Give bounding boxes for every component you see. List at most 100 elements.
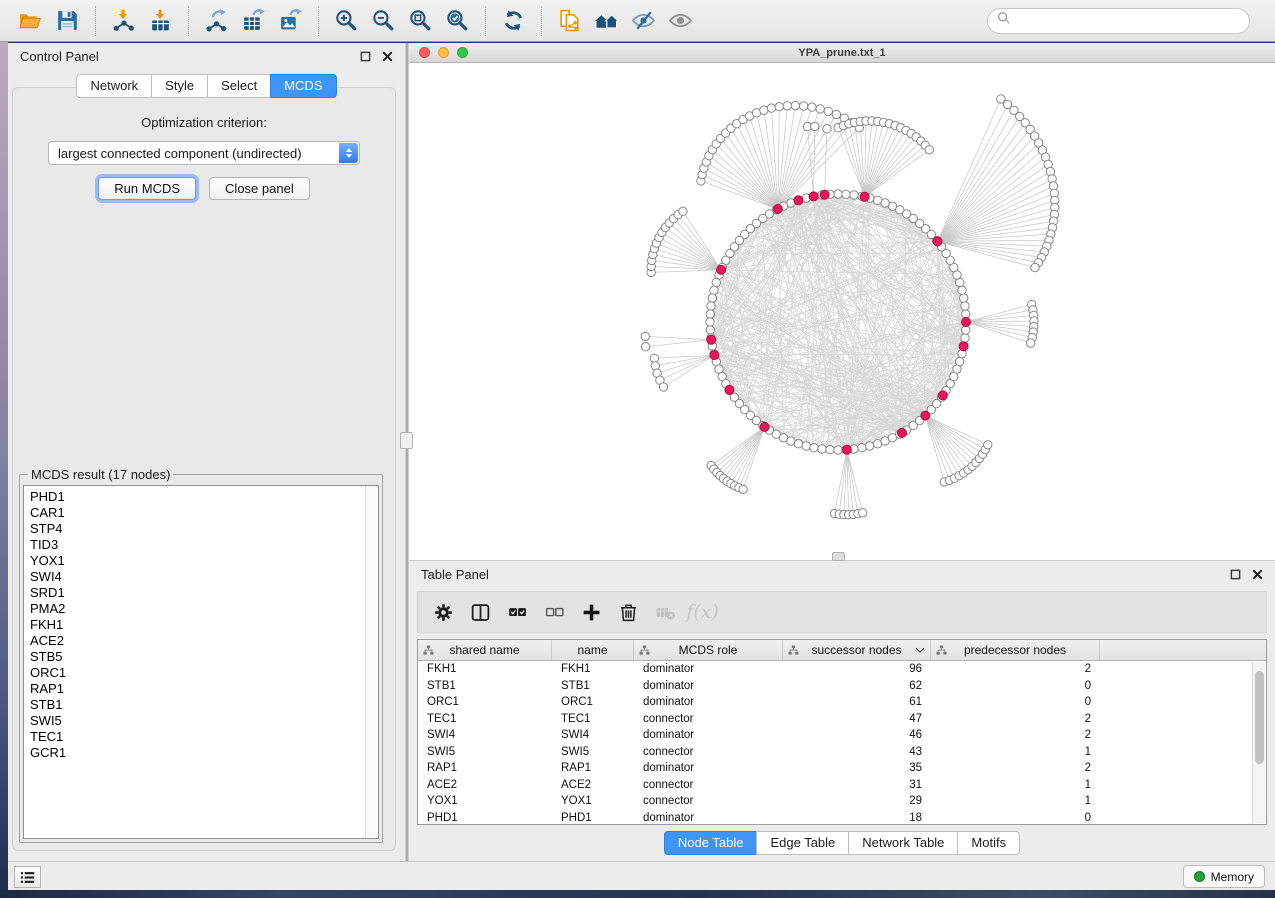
attribute-type-icon: [788, 645, 799, 656]
column-header-name[interactable]: name: [552, 640, 634, 660]
mcds-node-item[interactable]: PMA2: [30, 601, 378, 617]
cell-successor-nodes: 62: [783, 680, 931, 692]
list-icon: [19, 870, 36, 885]
settings-icon[interactable]: [428, 597, 459, 627]
memory-button[interactable]: Memory: [1183, 865, 1265, 888]
mcds-node-item[interactable]: YOX1: [30, 553, 378, 569]
search-box[interactable]: [987, 8, 1250, 34]
horizontal-splitter-grip[interactable]: [832, 552, 845, 561]
open-folder-icon[interactable]: [12, 5, 49, 37]
zoom-fit-icon[interactable]: [402, 5, 439, 37]
mcds-node-item[interactable]: ACE2: [30, 633, 378, 649]
table-row[interactable]: SWI5SWI5connector431: [418, 744, 1251, 761]
toolbar-separator: [318, 6, 319, 36]
mcds-node-item[interactable]: SRD1: [30, 585, 378, 601]
float-icon[interactable]: [360, 51, 371, 62]
table-scrollbar-thumb[interactable]: [1255, 671, 1264, 764]
close-icon[interactable]: [382, 51, 393, 62]
mcds-node-item[interactable]: PHD1: [30, 489, 378, 505]
split-panel-icon[interactable]: [465, 597, 496, 627]
column-header-predecessor-nodes[interactable]: predecessor nodes: [931, 640, 1100, 660]
column-header-mcds-role[interactable]: MCDS role: [634, 640, 783, 660]
show-all-icon[interactable]: [662, 5, 699, 37]
table-row[interactable]: PHD1PHD1dominator180: [418, 810, 1251, 825]
mcds-node-item[interactable]: ORC1: [30, 665, 378, 681]
show-neighbors-icon[interactable]: [588, 5, 625, 37]
select-all-icon[interactable]: [502, 597, 533, 627]
cell-successor-nodes: 35: [783, 762, 931, 774]
clone-network-icon[interactable]: [551, 5, 588, 37]
network-titlebar[interactable]: YPA_prune.txt_1: [409, 43, 1275, 63]
minimize-light[interactable]: [438, 47, 449, 58]
table-row[interactable]: STB1STB1dominator620: [418, 678, 1251, 695]
table-row[interactable]: RAP1RAP1dominator352: [418, 760, 1251, 777]
deselect-all-icon[interactable]: [539, 597, 570, 627]
mcds-node-item[interactable]: CAR1: [30, 505, 378, 521]
delete-columns-icon[interactable]: [613, 597, 644, 627]
float-icon[interactable]: [1230, 569, 1241, 580]
mcds-node-item[interactable]: GCR1: [30, 745, 378, 761]
zoom-light[interactable]: [457, 47, 468, 58]
mcds-node-item[interactable]: SWI4: [30, 569, 378, 585]
table-row[interactable]: FKH1FKH1dominator962: [418, 661, 1251, 678]
export-network-icon[interactable]: [198, 5, 235, 37]
run-mcds-button[interactable]: Run MCDS: [98, 177, 196, 200]
tab-mcds[interactable]: MCDS: [270, 74, 336, 98]
import-table-icon[interactable]: [142, 5, 179, 37]
tab-style[interactable]: Style: [151, 74, 207, 98]
table-scrollbar[interactable]: [1252, 662, 1266, 823]
status-list-button[interactable]: [14, 866, 41, 888]
zoom-out-icon[interactable]: [365, 5, 402, 37]
table-tab-node-table[interactable]: Node Table: [664, 831, 757, 855]
export-table-icon[interactable]: [235, 5, 272, 37]
cell-successor-nodes: 43: [783, 746, 931, 758]
column-header-shared-name[interactable]: shared name: [418, 640, 552, 660]
refresh-icon[interactable]: [495, 5, 532, 37]
sort-desc-icon[interactable]: [915, 647, 925, 654]
mcds-node-item[interactable]: FKH1: [30, 617, 378, 633]
zoom-selected-icon[interactable]: [439, 5, 476, 37]
tab-select[interactable]: Select: [207, 74, 270, 98]
zoom-in-icon[interactable]: [328, 5, 365, 37]
column-header-successor-nodes[interactable]: successor nodes: [783, 640, 931, 660]
table-row[interactable]: YOX1YOX1connector291: [418, 793, 1251, 810]
optimization-criterion-select[interactable]: largest connected component (undirected): [48, 141, 360, 165]
cell-name: ORC1: [552, 696, 634, 708]
mcds-node-item[interactable]: TEC1: [30, 729, 378, 745]
function-builder-icon[interactable]: f(x): [687, 597, 718, 627]
table-tab-network-table[interactable]: Network Table: [848, 831, 957, 855]
cell-predecessor-nodes: 0: [931, 812, 1100, 824]
create-column-icon[interactable]: [576, 597, 607, 627]
vertical-splitter-grip[interactable]: [400, 432, 413, 449]
close-icon[interactable]: [1252, 569, 1263, 580]
hide-selected-icon[interactable]: [625, 5, 662, 37]
control-panel: Control Panel NetworkStyleSelectMCDS Opt…: [8, 43, 405, 861]
cell-name: FKH1: [552, 663, 634, 675]
attribute-type-icon: [936, 645, 947, 656]
control-panel-window-controls: [360, 51, 393, 62]
close-light[interactable]: [419, 47, 430, 58]
delete-table-icon[interactable]: [650, 597, 681, 627]
table-tab-motifs[interactable]: Motifs: [957, 831, 1020, 855]
tab-network[interactable]: Network: [76, 74, 151, 98]
list-scrollbar[interactable]: [365, 486, 378, 838]
mcds-node-item[interactable]: SWI5: [30, 713, 378, 729]
save-session-icon[interactable]: [49, 5, 86, 37]
table-panel: Table Panel f(x) shared namenameMCDS rol…: [409, 560, 1275, 861]
mcds-node-item[interactable]: STB5: [30, 649, 378, 665]
table-row[interactable]: SWI4SWI4dominator462: [418, 727, 1251, 744]
import-network-icon[interactable]: [105, 5, 142, 37]
table-row[interactable]: ORC1ORC1dominator610: [418, 694, 1251, 711]
mcds-node-item[interactable]: STB1: [30, 697, 378, 713]
close-panel-button[interactable]: Close panel: [209, 177, 310, 200]
table-tab-edge-table[interactable]: Edge Table: [756, 831, 848, 855]
table-row[interactable]: ACE2ACE2connector311: [418, 777, 1251, 794]
export-image-icon[interactable]: [272, 5, 309, 37]
mcds-node-item[interactable]: STP4: [30, 521, 378, 537]
mcds-result-list[interactable]: PHD1CAR1STP4TID3YOX1SWI4SRD1PMA2FKH1ACE2…: [23, 485, 379, 839]
network-canvas[interactable]: [409, 63, 1275, 560]
mcds-node-item[interactable]: TID3: [30, 537, 378, 553]
search-input[interactable]: [1017, 13, 1240, 28]
table-row[interactable]: TEC1TEC1connector472: [418, 711, 1251, 728]
mcds-node-item[interactable]: RAP1: [30, 681, 378, 697]
